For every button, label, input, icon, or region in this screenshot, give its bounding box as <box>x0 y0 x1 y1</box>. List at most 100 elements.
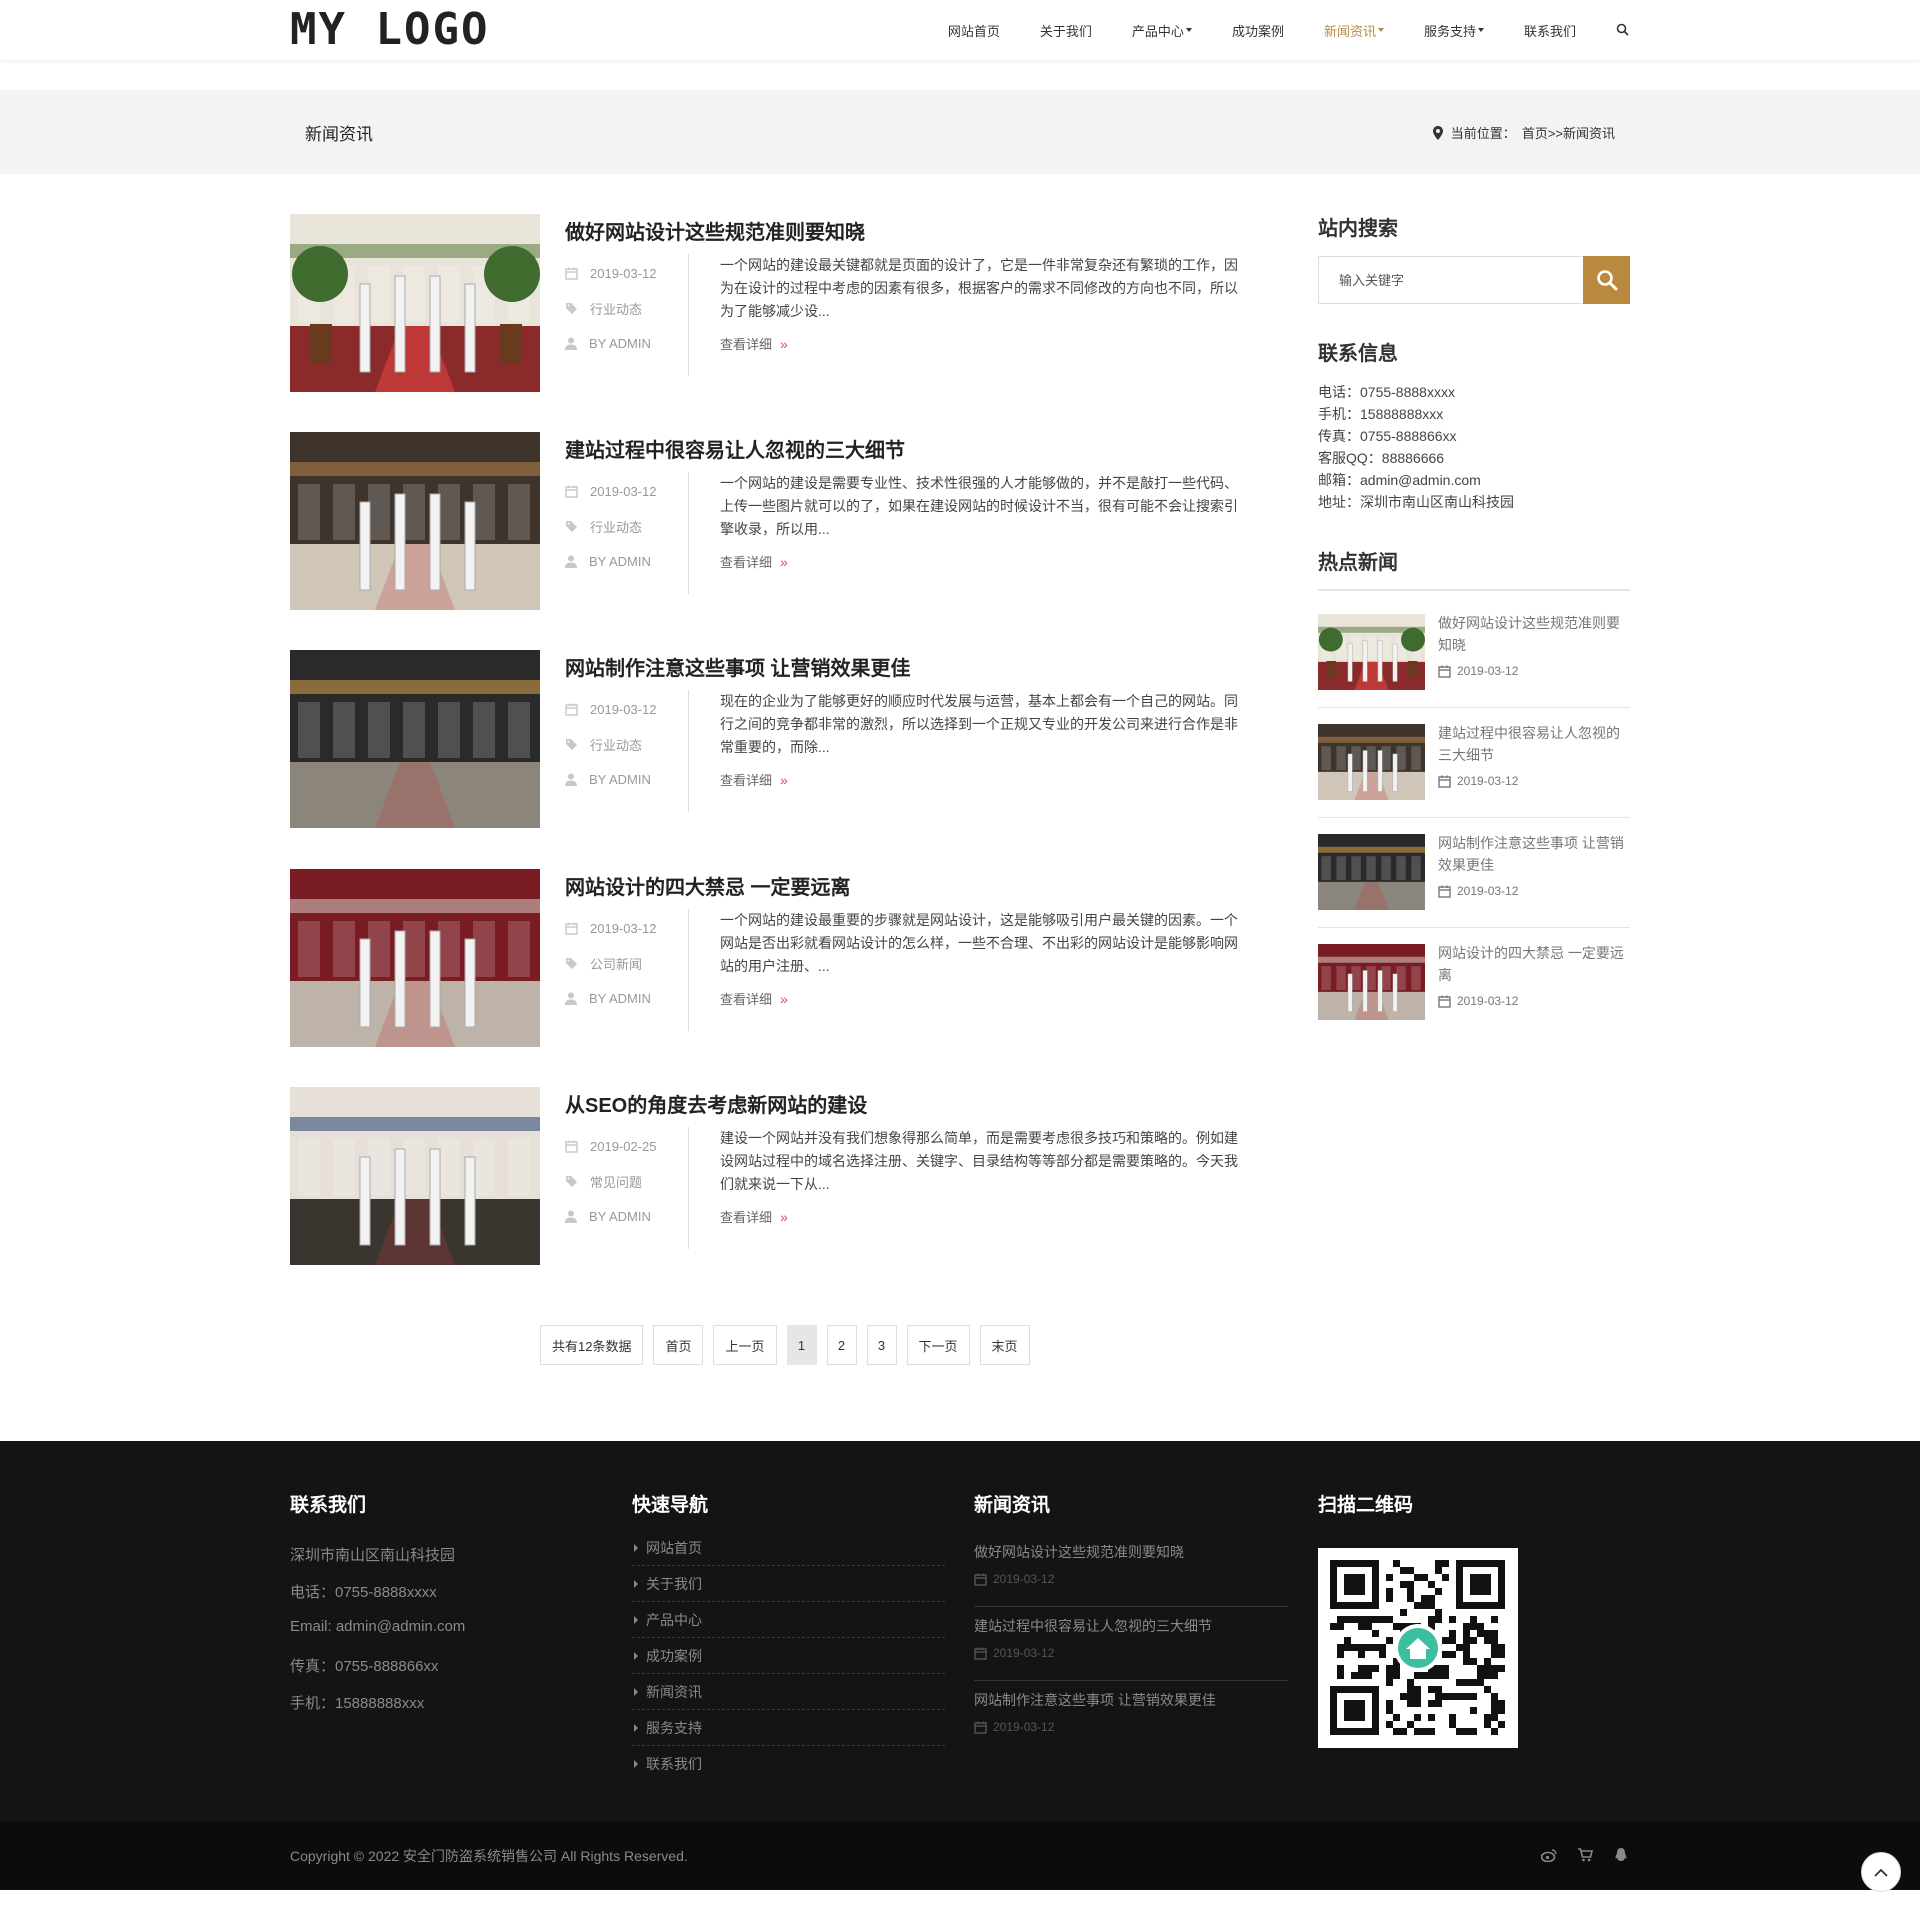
article-thumbnail[interactable] <box>290 432 540 610</box>
hot-news-title[interactable]: 网站设计的四大禁忌 一定要远离 <box>1438 942 1630 986</box>
weibo-icon[interactable] <box>1540 1846 1558 1864</box>
pagination-page-2[interactable]: 2 <box>826 1325 857 1365</box>
hot-news-date-text: 2019-03-12 <box>1457 884 1519 898</box>
article-title[interactable]: 网站制作注意这些事项 让营销效果更佳 <box>565 652 911 681</box>
hot-news-thumbnail[interactable] <box>1318 614 1425 690</box>
article-title[interactable]: 网站设计的四大禁忌 一定要远离 <box>565 871 851 900</box>
hot-news-thumbnail[interactable] <box>1318 944 1425 1020</box>
hot-news-thumbnail[interactable] <box>1318 834 1425 910</box>
footer-news-title[interactable]: 做好网站设计这些规范准则要知晓 <box>974 1542 1184 1562</box>
article-meta: 2019-03-12 公司新闻 BY ADMIN <box>565 911 685 1016</box>
search-button[interactable] <box>1583 256 1630 304</box>
pagination-page-3[interactable]: 3 <box>866 1325 897 1365</box>
pagination-last[interactable]: 末页 <box>979 1325 1030 1365</box>
read-more-link[interactable]: 查看详细 » <box>720 989 788 1008</box>
user-icon <box>565 1210 577 1223</box>
article-date-text: 2019-03-12 <box>590 702 657 717</box>
user-icon <box>565 555 577 568</box>
footer-news-item[interactable]: 建站过程中很容易让人忽视的三大细节 2019-03-12 <box>974 1606 1288 1680</box>
article-author: BY ADMIN <box>565 544 685 579</box>
pagination-first[interactable]: 首页 <box>653 1325 704 1365</box>
footer-qr-heading: 扫描二维码 <box>1318 1495 1414 1516</box>
nav-contact[interactable]: 联系我们 <box>1524 21 1576 40</box>
footer-news-item[interactable]: 做好网站设计这些规范准则要知晓 2019-03-12 <box>974 1532 1288 1606</box>
footer-nav-link[interactable]: 产品中心 <box>632 1602 945 1638</box>
cart-icon[interactable] <box>1576 1846 1594 1864</box>
hot-news-title[interactable]: 网站制作注意这些事项 让营销效果更佳 <box>1438 832 1630 876</box>
article-thumbnail[interactable] <box>290 214 540 392</box>
article-thumbnail[interactable] <box>290 650 540 828</box>
nav-about[interactable]: 关于我们 <box>1040 21 1092 40</box>
nav-products[interactable]: 产品中心 <box>1132 21 1192 40</box>
read-more-link[interactable]: 查看详细 » <box>720 334 788 353</box>
article-category[interactable]: 公司新闻 <box>565 946 685 981</box>
footer-news-title[interactable]: 网站制作注意这些事项 让营销效果更佳 <box>974 1690 1216 1710</box>
article-category[interactable]: 行业动态 <box>565 727 685 762</box>
footer-nav-link[interactable]: 新闻资讯 <box>632 1674 945 1710</box>
breadcrumb-path[interactable]: 首页>>新闻资讯 <box>1522 123 1615 142</box>
article-excerpt: 现在的企业为了能够更好的顺应时代发展与运营，基本上都会有一个自己的网站。同行之间… <box>720 693 1238 755</box>
footer-nav-link[interactable]: 成功案例 <box>632 1638 945 1674</box>
nav-cases[interactable]: 成功案例 <box>1232 21 1284 40</box>
hot-news-title[interactable]: 做好网站设计这些规范准则要知晓 <box>1438 612 1630 656</box>
article-category[interactable]: 行业动态 <box>565 291 685 326</box>
back-to-top-button[interactable] <box>1861 1852 1901 1892</box>
article-author: BY ADMIN <box>565 1199 685 1234</box>
footer-nav-link[interactable]: 网站首页 <box>632 1530 945 1566</box>
search-input[interactable] <box>1318 256 1583 304</box>
site-logo[interactable]: MY LOGO <box>290 8 489 52</box>
nav-home[interactable]: 网站首页 <box>948 21 1000 40</box>
article-excerpt: 一个网站的建设最关键都就是页面的设计了，它是一件非常复杂还有繁琐的工作，因为在设… <box>720 257 1238 319</box>
article-category[interactable]: 常见问题 <box>565 1164 685 1199</box>
calendar-icon <box>1438 885 1451 898</box>
article-excerpt: 一个网站的建设是需要专业性、技术性很强的人才能够做的，并不是敲打一些代码、上传一… <box>720 475 1238 537</box>
caret-right-icon <box>634 1651 638 1660</box>
nav-news[interactable]: 新闻资讯 <box>1324 21 1384 40</box>
article-date-text: 2019-02-25 <box>590 1139 657 1154</box>
double-chevron-right-icon: » <box>780 1208 788 1225</box>
hot-news-item[interactable]: 网站设计的四大禁忌 一定要远离 2019-03-12 <box>1318 920 1630 1030</box>
article-author-text: BY ADMIN <box>589 991 651 1006</box>
footer-contact-heading: 联系我们 <box>290 1495 367 1516</box>
search-icon[interactable] <box>1616 23 1630 37</box>
hot-news-item[interactable]: 做好网站设计这些规范准则要知晓 2019-03-12 <box>1318 590 1630 700</box>
article-author-text: BY ADMIN <box>589 336 651 351</box>
footer-news-date: 2019-03-12 <box>974 1572 1054 1586</box>
nav-services[interactable]: 服务支持 <box>1424 21 1484 40</box>
pagination-prev[interactable]: 上一页 <box>713 1325 777 1365</box>
caret-right-icon <box>634 1687 638 1696</box>
nav-services-label: 服务支持 <box>1423 23 1476 39</box>
tag-icon <box>566 739 577 750</box>
article-title[interactable]: 从SEO的角度去考虑新网站的建设 <box>565 1089 867 1118</box>
footer-news-item[interactable]: 网站制作注意这些事项 让营销效果更佳 2019-03-12 <box>974 1680 1288 1754</box>
article-title[interactable]: 做好网站设计这些规范准则要知晓 <box>565 216 865 245</box>
qq-icon[interactable] <box>1612 1846 1630 1864</box>
breadcrumb: 当前位置： 首页>>新闻资讯 <box>1432 123 1615 142</box>
divider <box>688 254 689 376</box>
user-icon <box>565 337 577 350</box>
calendar-icon <box>1438 775 1451 788</box>
divider <box>688 690 689 812</box>
read-more-link[interactable]: 查看详细 » <box>720 1207 788 1226</box>
article-title[interactable]: 建站过程中很容易让人忽视的三大细节 <box>565 434 905 463</box>
footer-nav-link[interactable]: 联系我们 <box>632 1746 945 1782</box>
pagination-next[interactable]: 下一页 <box>906 1325 970 1365</box>
calendar-icon <box>974 1647 987 1660</box>
hot-news-item[interactable]: 网站制作注意这些事项 让营销效果更佳 2019-03-12 <box>1318 810 1630 920</box>
article-thumbnail[interactable] <box>290 1087 540 1265</box>
article-date-text: 2019-03-12 <box>590 921 657 936</box>
calendar-icon <box>565 703 578 716</box>
read-more-link[interactable]: 查看详细 » <box>720 770 788 789</box>
article-thumbnail[interactable] <box>290 869 540 1047</box>
pagination-page-1[interactable]: 1 <box>786 1325 817 1365</box>
read-more-link[interactable]: 查看详细 » <box>720 552 788 571</box>
article-item: 网站制作注意这些事项 让营销效果更佳 2019-03-12 行业动态 BY ADMIN… <box>290 650 1250 828</box>
footer-nav-link[interactable]: 关于我们 <box>632 1566 945 1602</box>
hot-news-thumbnail[interactable] <box>1318 724 1425 800</box>
hot-news-title[interactable]: 建站过程中很容易让人忽视的三大细节 <box>1438 722 1630 766</box>
article-category[interactable]: 行业动态 <box>565 509 685 544</box>
hot-news-item[interactable]: 建站过程中很容易让人忽视的三大细节 2019-03-12 <box>1318 700 1630 810</box>
footer-nav-link[interactable]: 服务支持 <box>632 1710 945 1746</box>
footer-news-title[interactable]: 建站过程中很容易让人忽视的三大细节 <box>974 1616 1212 1636</box>
read-more-label: 查看详细 <box>720 555 773 570</box>
